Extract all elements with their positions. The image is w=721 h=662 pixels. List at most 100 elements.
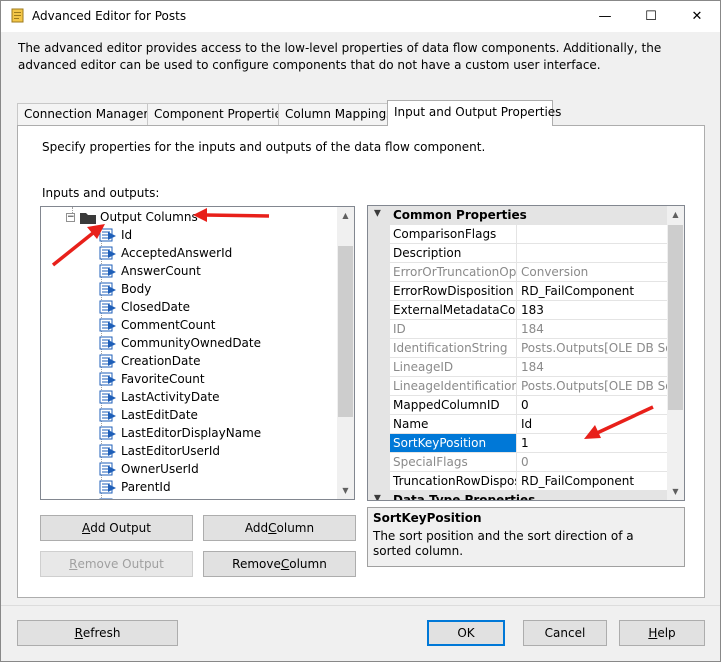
tree-node-column[interactable]: OwnerUserId — [99, 460, 199, 478]
cancel-button[interactable]: Cancel — [523, 620, 607, 646]
property-row[interactable]: LineageID 184 — [368, 358, 668, 377]
remove-output-button[interactable]: Remove Output — [40, 551, 193, 577]
tree-scrollbar[interactable]: ▲ ▼ — [337, 207, 354, 499]
tree-node-column[interactable]: AcceptedAnswerId — [99, 244, 232, 262]
property-gutter — [368, 415, 390, 434]
close-icon: ✕ — [691, 9, 703, 24]
property-name: ID — [390, 320, 517, 339]
ok-button[interactable]: OK — [427, 620, 505, 646]
scroll-up-icon[interactable]: ▲ — [337, 207, 354, 224]
property-row[interactable]: TruncationRowDispositionRD_FailComponent — [368, 472, 668, 491]
property-gutter — [368, 301, 390, 320]
property-value[interactable]: Conversion — [517, 263, 668, 282]
close-button[interactable]: ✕ — [674, 1, 720, 32]
property-value[interactable]: Posts.Outputs[OLE DB Source Output].Colu… — [517, 339, 668, 358]
output-column-icon — [99, 444, 116, 458]
refresh-button[interactable]: Refresh — [17, 620, 178, 646]
property-row[interactable]: LineageIdentificationStringPosts.Outputs… — [368, 377, 668, 396]
property-row[interactable]: ErrorRowDisposition RD_FailComponent — [368, 282, 668, 301]
tree-node-label: ParentId — [121, 480, 171, 494]
property-name: SpecialFlags — [390, 453, 517, 472]
property-value[interactable]: 184 — [517, 320, 668, 339]
collapse-icon[interactable]: ▲ — [374, 493, 381, 500]
output-column-icon — [99, 300, 116, 314]
property-name: TruncationRowDisposition — [390, 472, 517, 491]
output-column-icon — [99, 480, 116, 494]
property-value[interactable]: 183 — [517, 301, 668, 320]
tree-node-column[interactable]: FavoriteCount — [99, 370, 205, 388]
output-column-icon — [99, 390, 116, 404]
tree-node-column[interactable]: LastActivityDate — [99, 388, 220, 406]
tree-node-column[interactable]: CommunityOwnedDate — [99, 334, 261, 352]
property-grid[interactable]: ▲ Common Properties ComparisonFlags Descr… — [367, 205, 685, 501]
tree-node-column[interactable]: CreationDate — [99, 352, 200, 370]
tree-node-column[interactable]: LastEditorDisplayName — [99, 424, 261, 442]
property-value[interactable]: RD_FailComponent — [517, 282, 668, 301]
property-help-pane: SortKeyPosition The sort position and th… — [367, 507, 685, 567]
property-value[interactable]: 0 — [517, 453, 668, 472]
tree-node-column[interactable]: ParentId — [99, 478, 171, 496]
property-name: LineageID — [390, 358, 517, 377]
property-row[interactable]: Description — [368, 244, 668, 263]
add-output-button[interactable]: Add Output — [40, 515, 193, 541]
tree-node-column[interactable]: LastEditorUserId — [99, 442, 220, 460]
window-title: Advanced Editor for Posts — [32, 9, 187, 23]
property-name: ErrorRowDisposition — [390, 282, 517, 301]
property-value[interactable]: Posts.Outputs[OLE DB Source Output].Colu… — [517, 377, 668, 396]
minimize-button[interactable]: — — [582, 1, 628, 32]
scroll-thumb[interactable] — [338, 246, 353, 417]
scroll-down-icon[interactable]: ▼ — [667, 483, 684, 500]
property-value[interactable]: 184 — [517, 358, 668, 377]
tab-input-output-properties[interactable]: Input and Output Properties — [387, 100, 561, 126]
property-value[interactable] — [517, 225, 668, 244]
maximize-button[interactable]: ☐ — [628, 1, 674, 32]
output-column-icon — [99, 498, 113, 499]
scroll-down-icon[interactable]: ▼ — [337, 482, 354, 499]
property-row[interactable]: ErrorOrTruncationOperationConversion — [368, 263, 668, 282]
property-row[interactable]: IdentificationString Posts.Outputs[OLE DB… — [368, 339, 668, 358]
tree-node-column[interactable]: AnswerCount — [99, 262, 201, 280]
editor-description: The advanced editor provides access to t… — [18, 41, 662, 72]
output-column-icon — [99, 426, 116, 440]
add-column-button[interactable]: Add Column — [203, 515, 356, 541]
output-column-icon — [99, 336, 116, 350]
tree-node-column[interactable]: Body — [99, 280, 151, 298]
tree-node-label: LastEditorDisplayName — [121, 426, 262, 440]
output-column-icon — [99, 354, 116, 368]
tab-column-mappings[interactable]: Column Mappings — [278, 103, 393, 125]
scroll-up-icon[interactable]: ▲ — [667, 206, 684, 223]
property-row[interactable]: ID 184 — [368, 320, 668, 339]
property-name: SortKeyPosition — [390, 434, 517, 453]
category-label: Common Properties — [393, 208, 527, 222]
remove-column-button[interactable]: Remove Column — [203, 551, 356, 577]
property-gutter — [368, 453, 390, 472]
tree-node-column[interactable]: CommentCount — [99, 316, 215, 334]
property-scrollbar[interactable]: ▲ ▼ — [667, 206, 684, 500]
property-row[interactable]: ExternalMetadataColumnID183 — [368, 301, 668, 320]
app-icon — [11, 8, 24, 23]
tab-component-properties[interactable]: Component Properties — [147, 103, 288, 125]
help-button[interactable]: Help — [619, 620, 705, 646]
tree-node-label: Body — [121, 282, 152, 296]
tab-connection-managers[interactable]: Connection Managers — [17, 103, 155, 125]
collapse-icon[interactable]: ▲ — [374, 208, 381, 218]
tree-node-column[interactable]: ClosedDate — [99, 298, 190, 316]
property-row[interactable]: ComparisonFlags — [368, 225, 668, 244]
output-column-icon — [99, 462, 116, 476]
category-data-type-properties[interactable]: ▲ Data Type Properties — [368, 491, 668, 500]
property-gutter — [368, 244, 390, 263]
tree-node-column[interactable]: PostTypeId — [99, 496, 185, 499]
category-common-properties[interactable]: ▲ Common Properties — [368, 206, 668, 225]
tree-node-label: CommentCount — [121, 318, 216, 332]
property-value[interactable]: RD_FailComponent — [517, 472, 668, 491]
tree-node-column[interactable]: LastEditDate — [99, 406, 198, 424]
property-row[interactable]: SpecialFlags 0 — [368, 453, 668, 472]
advanced-editor-window: Advanced Editor for Posts — ☐ ✕ The adva… — [0, 0, 721, 662]
tree-node-label: CommunityOwnedDate — [121, 336, 261, 350]
help-title: SortKeyPosition — [373, 511, 482, 525]
tree-node-label: LastEditDate — [121, 408, 198, 422]
inputs-outputs-label: Inputs and outputs: — [42, 186, 160, 200]
scroll-thumb[interactable] — [668, 225, 683, 410]
output-column-icon — [99, 282, 116, 296]
property-value[interactable] — [517, 244, 668, 263]
